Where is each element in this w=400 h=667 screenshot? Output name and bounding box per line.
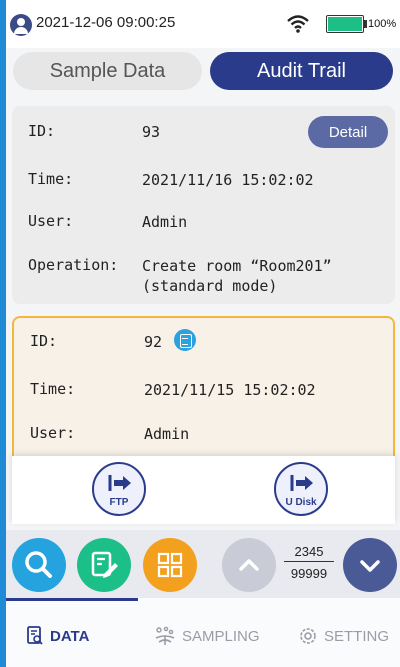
- page-down-button[interactable]: [343, 538, 397, 592]
- detail-button[interactable]: Detail: [308, 116, 388, 148]
- operation-line-2: (standard mode): [142, 277, 278, 295]
- toolbar: 2345 99999: [6, 530, 400, 598]
- status-bar: 2021-12-06 09:00:25 100%: [6, 0, 400, 48]
- battery-fill: [328, 17, 362, 31]
- audit-record[interactable]: ID: 93 Detail Time: 2021/11/16 15:02:02 …: [12, 106, 395, 304]
- nav-data[interactable]: DATA: [26, 626, 89, 646]
- document-icon[interactable]: [174, 329, 196, 351]
- status-datetime: 2021-12-06 09:00:25: [36, 14, 176, 31]
- chevron-up-icon: [239, 559, 259, 571]
- id-value: 93: [142, 123, 161, 141]
- ftp-export-button[interactable]: FTP: [92, 462, 146, 516]
- udisk-export-button[interactable]: U Disk: [274, 462, 328, 516]
- nav-setting[interactable]: SETTING: [298, 626, 389, 646]
- time-label: Time:: [30, 380, 76, 398]
- sampling-icon: [155, 626, 175, 645]
- id-label: ID:: [28, 122, 56, 140]
- nav-sampling-label: SAMPLING: [182, 627, 260, 645]
- operation-label: Operation:: [28, 256, 119, 274]
- tab-audit-trail[interactable]: Audit Trail: [210, 52, 393, 90]
- user-label: User:: [30, 424, 76, 442]
- bottom-nav: DATA SAMPLING SETTING: [6, 598, 400, 667]
- operation-line-1: Create room “Room201”: [142, 257, 332, 275]
- user-icon: [10, 14, 32, 36]
- app-screen: 2021-12-06 09:00:25 100% Sample Data Aud…: [6, 0, 400, 667]
- edit-icon: [91, 551, 118, 578]
- nav-setting-label: SETTING: [324, 627, 390, 645]
- battery-percent: 100%: [368, 18, 397, 30]
- active-tab-indicator: [6, 598, 138, 601]
- page-up-button[interactable]: [222, 538, 276, 592]
- total-pages: 99999: [290, 566, 328, 581]
- battery-icon: [326, 15, 364, 33]
- id-value: 92: [144, 333, 163, 351]
- time-label: Time:: [28, 170, 74, 188]
- wifi-icon: [287, 15, 309, 33]
- user-label: User:: [28, 212, 74, 230]
- chevron-down-icon: [360, 560, 380, 572]
- search-button[interactable]: [12, 538, 66, 592]
- export-arrow-icon: [108, 475, 131, 491]
- nav-data-label: DATA: [50, 627, 90, 645]
- ftp-label: FTP: [109, 497, 129, 508]
- tab-sample-data[interactable]: Sample Data: [13, 52, 202, 90]
- grid-icon: [157, 552, 183, 578]
- page-indicator: 2345 99999: [284, 544, 334, 581]
- search-icon: [25, 551, 52, 578]
- current-page: 2345: [284, 544, 334, 562]
- time-value: 2021/11/16 15:02:02: [142, 171, 314, 189]
- export-panel: FTP U Disk: [12, 456, 395, 524]
- udisk-label: U Disk: [285, 497, 317, 508]
- grid-button[interactable]: [143, 538, 197, 592]
- id-label: ID:: [30, 332, 58, 350]
- user-value: Admin: [142, 213, 188, 231]
- user-value: Admin: [144, 425, 190, 443]
- export-arrow-icon: [290, 475, 313, 491]
- time-value: 2021/11/15 15:02:02: [144, 381, 316, 399]
- edit-button[interactable]: [77, 538, 131, 592]
- nav-sampling[interactable]: SAMPLING: [154, 626, 260, 646]
- data-icon: [27, 626, 43, 645]
- battery-tip: [364, 20, 367, 28]
- gear-icon: [300, 628, 316, 644]
